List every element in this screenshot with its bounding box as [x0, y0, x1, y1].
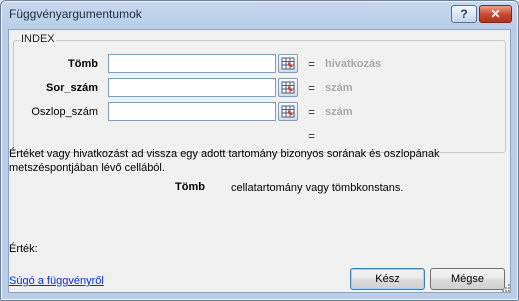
ok-button[interactable]: Kész: [350, 268, 425, 290]
collapse-dialog-icon: [281, 57, 295, 70]
range-select-button-tomb[interactable]: [278, 54, 298, 73]
arg-input-tomb[interactable]: [108, 54, 276, 73]
function-name: INDEX: [20, 33, 56, 45]
arg-label-oszlop-szam: Oszlop_szám: [31, 106, 98, 118]
close-button[interactable]: ✕: [479, 5, 512, 23]
collapse-dialog-icon: [281, 105, 295, 118]
arg-label-tomb: Tömb: [68, 58, 98, 70]
arg-input-sor-szam[interactable]: [108, 78, 276, 97]
arg-label-sor-szam: Sor_szám: [46, 82, 98, 94]
dialog-title: Függvényargumentumok: [9, 7, 142, 21]
collapse-dialog-icon: [281, 81, 295, 94]
help-link[interactable]: Súgó a függvényről: [9, 275, 104, 287]
argument-description-text: cellatartomány vagy tömbkonstans.: [231, 182, 404, 194]
arg-result-sor-szam: szám: [325, 82, 353, 94]
arg-equals-sor-szam: =: [308, 81, 316, 95]
function-description: Értéket vagy hivatkozást ad vissza egy a…: [9, 148, 440, 174]
dialog-window: Függvényargumentumok ? ✕ INDEX Tömb = hi…: [0, 0, 519, 301]
overall-result-equals: =: [308, 129, 316, 143]
function-arguments-group: INDEX Tömb = hivatkozás Sor_szám = szám …: [13, 33, 506, 153]
arg-equals-oszlop-szam: =: [308, 105, 316, 119]
cancel-button[interactable]: Mégse: [430, 268, 505, 290]
resize-grip-icon[interactable]: [500, 282, 510, 292]
dialog-body: INDEX Tömb = hivatkozás Sor_szám = szám …: [8, 29, 511, 293]
help-button[interactable]: ?: [451, 5, 477, 23]
range-select-button-sor-szam[interactable]: [278, 78, 298, 97]
range-select-button-oszlop-szam[interactable]: [278, 102, 298, 121]
arg-result-tomb: hivatkozás: [325, 58, 382, 70]
result-label: Érték:: [9, 243, 38, 255]
arg-input-oszlop-szam[interactable]: [108, 102, 276, 121]
argument-description-name: Tömb: [175, 181, 205, 193]
arg-equals-tomb: =: [308, 57, 316, 71]
title-bar[interactable]: Függvényargumentumok ? ✕: [1, 1, 518, 29]
arg-result-oszlop-szam: szám: [325, 106, 353, 118]
